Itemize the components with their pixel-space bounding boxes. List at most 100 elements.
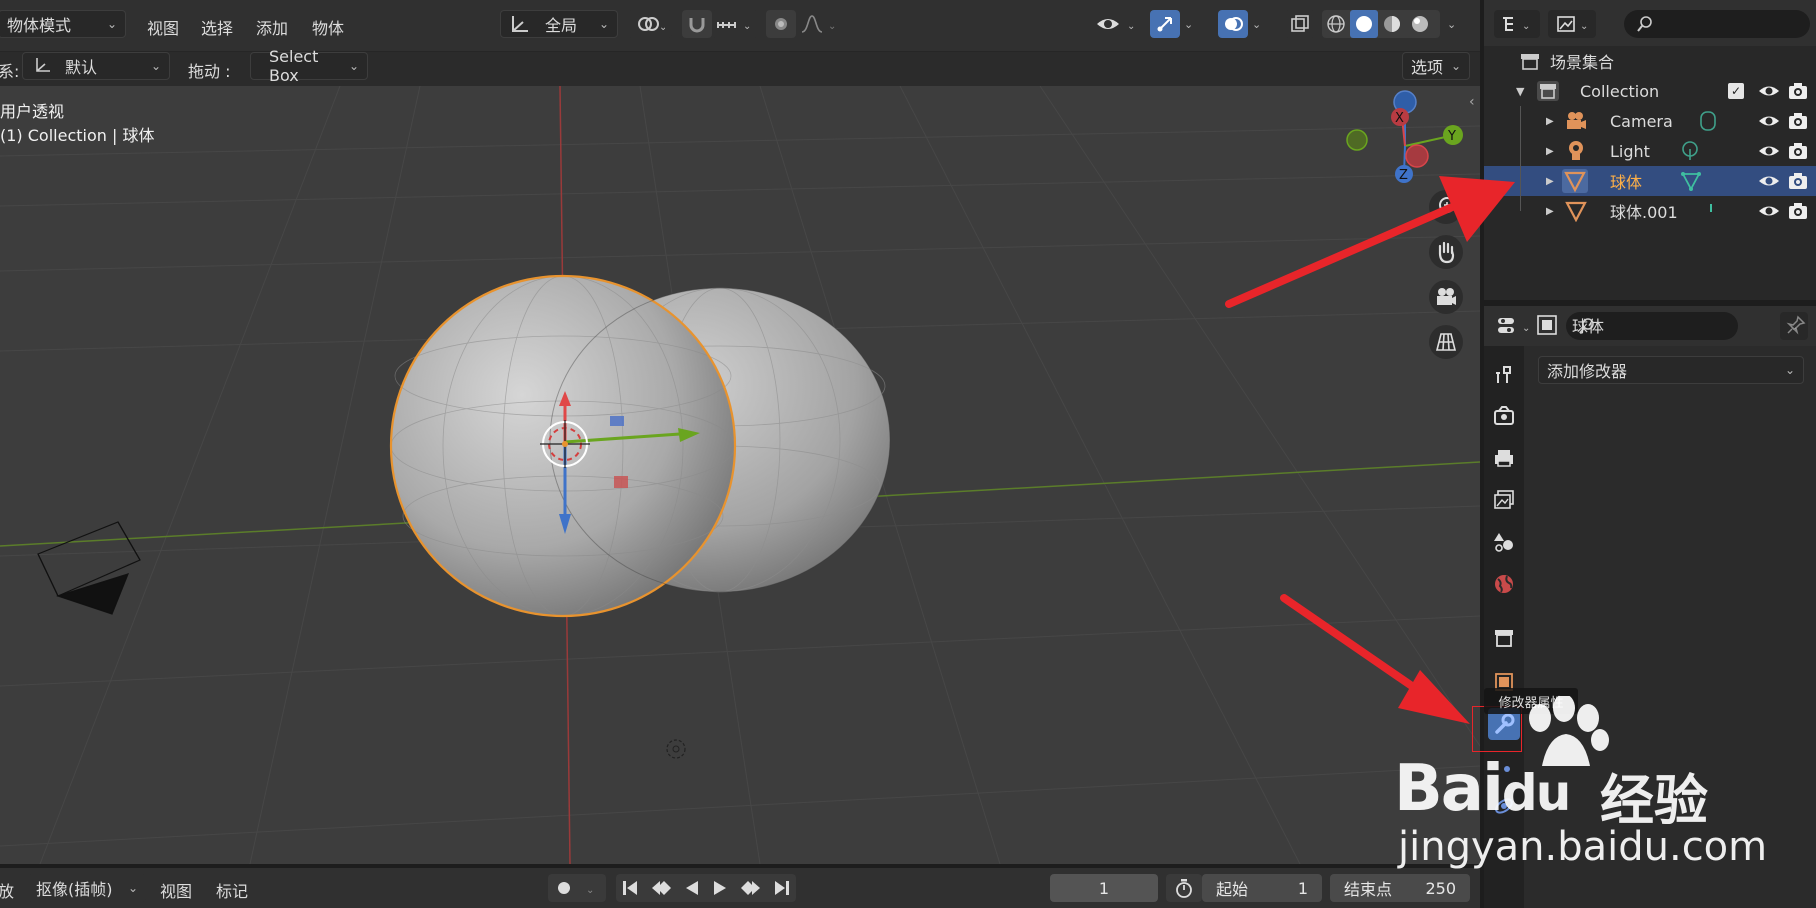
shading-mode-group xyxy=(1322,10,1440,38)
coord-system-value: 默认 xyxy=(65,58,98,77)
magnet-icon xyxy=(689,18,705,33)
light-object[interactable] xyxy=(666,739,686,759)
tab-scene[interactable] xyxy=(1488,526,1520,558)
auto-keying-toggle[interactable]: ⌄ xyxy=(548,874,606,902)
collection-label: Collection xyxy=(1580,81,1660,101)
tab-world[interactable] xyxy=(1488,568,1520,600)
wireframe-shading-button[interactable] xyxy=(1322,10,1350,38)
annotation-arrow xyxy=(1225,176,1515,308)
outliner-item-camera[interactable]: ▶ Camera xyxy=(1484,106,1816,136)
search-icon xyxy=(1637,16,1652,32)
mode-dropdown[interactable]: 物体模式 ⌄ xyxy=(0,10,126,38)
tab-render[interactable] xyxy=(1488,400,1520,432)
ortho-toggle-button[interactable] xyxy=(1429,325,1463,359)
playback-controls xyxy=(616,874,796,902)
outliner-collection[interactable]: ▼ Collection ✓ xyxy=(1484,76,1816,106)
menu-add[interactable]: 添加 xyxy=(256,15,288,39)
viewport-header: 物体模式 ⌄ 视图 选择 添加 物体 全局 ⌄ ⌄ ⌄ ⌄ ⌄ ⌄ ⌄ ⌄ xyxy=(0,0,1480,52)
xray-icon xyxy=(1291,15,1309,32)
jump-end-icon[interactable] xyxy=(773,879,791,897)
add-modifier-dropdown[interactable]: 添加修改器 ⌄ xyxy=(1538,356,1804,384)
outliner-scene-collection[interactable]: 场景集合 xyxy=(1484,46,1816,76)
prev-keyframe-icon[interactable] xyxy=(650,879,672,897)
coord-system-dropdown[interactable]: 默认 ⌄ xyxy=(22,52,170,80)
camera-data-icon xyxy=(1700,111,1716,131)
options-dropdown[interactable]: 选项 ⌄ xyxy=(1402,52,1470,80)
start-frame-label: 起始 xyxy=(1216,880,1249,899)
expand-triangle-icon[interactable]: ▶ xyxy=(1546,146,1554,157)
start-frame-value: 1 xyxy=(1297,878,1308,898)
jump-start-icon[interactable] xyxy=(621,879,639,897)
proportional-editing-toggle[interactable] xyxy=(766,10,796,38)
outliner-item-label: 球体 xyxy=(1610,173,1643,192)
world-globe-icon xyxy=(1495,575,1513,593)
gizmo-plane-handle[interactable] xyxy=(614,476,628,488)
menu-select[interactable]: 选择 xyxy=(201,15,233,39)
tab-collection[interactable] xyxy=(1488,622,1520,654)
gizmo-toggle[interactable] xyxy=(1150,10,1180,38)
visibility-dropdown[interactable]: ⌄ xyxy=(1095,10,1143,38)
playback-menu[interactable]: 放 xyxy=(0,878,14,902)
preview-range-toggle[interactable] xyxy=(1166,874,1202,902)
eye-icon[interactable] xyxy=(1758,173,1780,189)
eye-icon[interactable] xyxy=(1758,113,1780,129)
gizmo-plane-handle[interactable] xyxy=(610,416,624,426)
chevron-down-icon[interactable]: ⌄ xyxy=(1447,18,1456,31)
tab-tool[interactable] xyxy=(1488,358,1520,390)
expand-triangle-icon[interactable]: ▶ xyxy=(1546,176,1554,187)
outliner-item-light[interactable]: ▶ Light xyxy=(1484,136,1816,166)
tab-view-layer[interactable] xyxy=(1488,484,1520,516)
mode-label: 物体模式 xyxy=(7,16,72,35)
render-camera-icon[interactable] xyxy=(1788,112,1808,130)
eye-icon[interactable] xyxy=(1758,143,1780,159)
tool-settings-header: 系: 默认 ⌄ 拖动 : Select Box ⌄ 选项 ⌄ xyxy=(0,47,1480,86)
overlays-toggle[interactable] xyxy=(1218,10,1248,38)
rendered-shading-button[interactable] xyxy=(1406,10,1434,38)
render-camera-icon[interactable] xyxy=(1788,82,1808,100)
expand-triangle-icon[interactable]: ▶ xyxy=(1546,206,1554,217)
chevron-down-icon: ⌄ xyxy=(1450,59,1461,73)
falloff-dropdown[interactable]: ⌄ xyxy=(800,12,840,36)
chevron-down-icon: ⌄ xyxy=(150,59,161,73)
expand-triangle-icon[interactable]: ▼ xyxy=(1516,85,1524,98)
material-shading-button[interactable] xyxy=(1378,10,1406,38)
chevron-down-icon[interactable]: ⌄ xyxy=(1252,18,1261,31)
outliner-search-input[interactable] xyxy=(1624,10,1810,38)
play-reverse-icon[interactable] xyxy=(683,879,701,897)
marker-menu[interactable]: 标记 xyxy=(216,878,248,902)
eye-icon[interactable] xyxy=(1758,83,1780,99)
pivot-point-button[interactable]: ⌄ xyxy=(628,10,672,38)
render-camera-icon[interactable] xyxy=(1788,142,1808,160)
menu-object[interactable]: 物体 xyxy=(312,15,344,39)
snap-toggle[interactable] xyxy=(682,10,712,38)
pin-icon[interactable] xyxy=(1786,315,1806,335)
timeline-view-menu[interactable]: 视图 xyxy=(160,878,192,902)
filter-dropdown[interactable]: ⌄ xyxy=(1548,10,1596,38)
start-frame-field[interactable]: 起始 1 xyxy=(1202,874,1322,902)
chevron-down-icon[interactable]: ⌄ xyxy=(1184,18,1193,31)
snap-target-dropdown[interactable]: ⌄ xyxy=(712,10,758,38)
sidebar-toggle-chevron-icon[interactable]: ‹ xyxy=(1469,94,1475,110)
render-camera-icon[interactable] xyxy=(1788,172,1808,190)
current-frame-field[interactable]: 1 xyxy=(1050,874,1158,902)
orientation-label: 全局 xyxy=(545,16,578,35)
collection-box-icon xyxy=(1537,81,1559,101)
eye-icon[interactable] xyxy=(1758,203,1780,219)
display-mode-dropdown[interactable]: ⌄ xyxy=(1494,10,1540,38)
drag-dropdown[interactable]: Select Box ⌄ xyxy=(250,47,368,85)
solid-shading-button[interactable] xyxy=(1350,10,1378,38)
camera-icon xyxy=(1567,112,1586,129)
orientation-icon xyxy=(512,16,528,32)
render-camera-icon[interactable] xyxy=(1788,202,1808,220)
mesh-data-icon xyxy=(1710,204,1712,212)
transform-orientation-dropdown[interactable]: 全局 ⌄ xyxy=(500,10,618,38)
camera-object[interactable] xyxy=(37,521,141,615)
xray-toggle[interactable] xyxy=(1285,10,1315,38)
expand-triangle-icon[interactable]: ▶ xyxy=(1546,116,1554,127)
menu-view[interactable]: 视图 xyxy=(147,15,179,39)
keying-dropdown[interactable]: 抠像(插帧) ⌄ xyxy=(28,874,146,902)
tab-output[interactable] xyxy=(1488,442,1520,474)
next-keyframe-icon[interactable] xyxy=(740,879,762,897)
exclude-checkbox[interactable]: ✓ xyxy=(1728,83,1744,99)
play-icon[interactable] xyxy=(711,879,729,897)
